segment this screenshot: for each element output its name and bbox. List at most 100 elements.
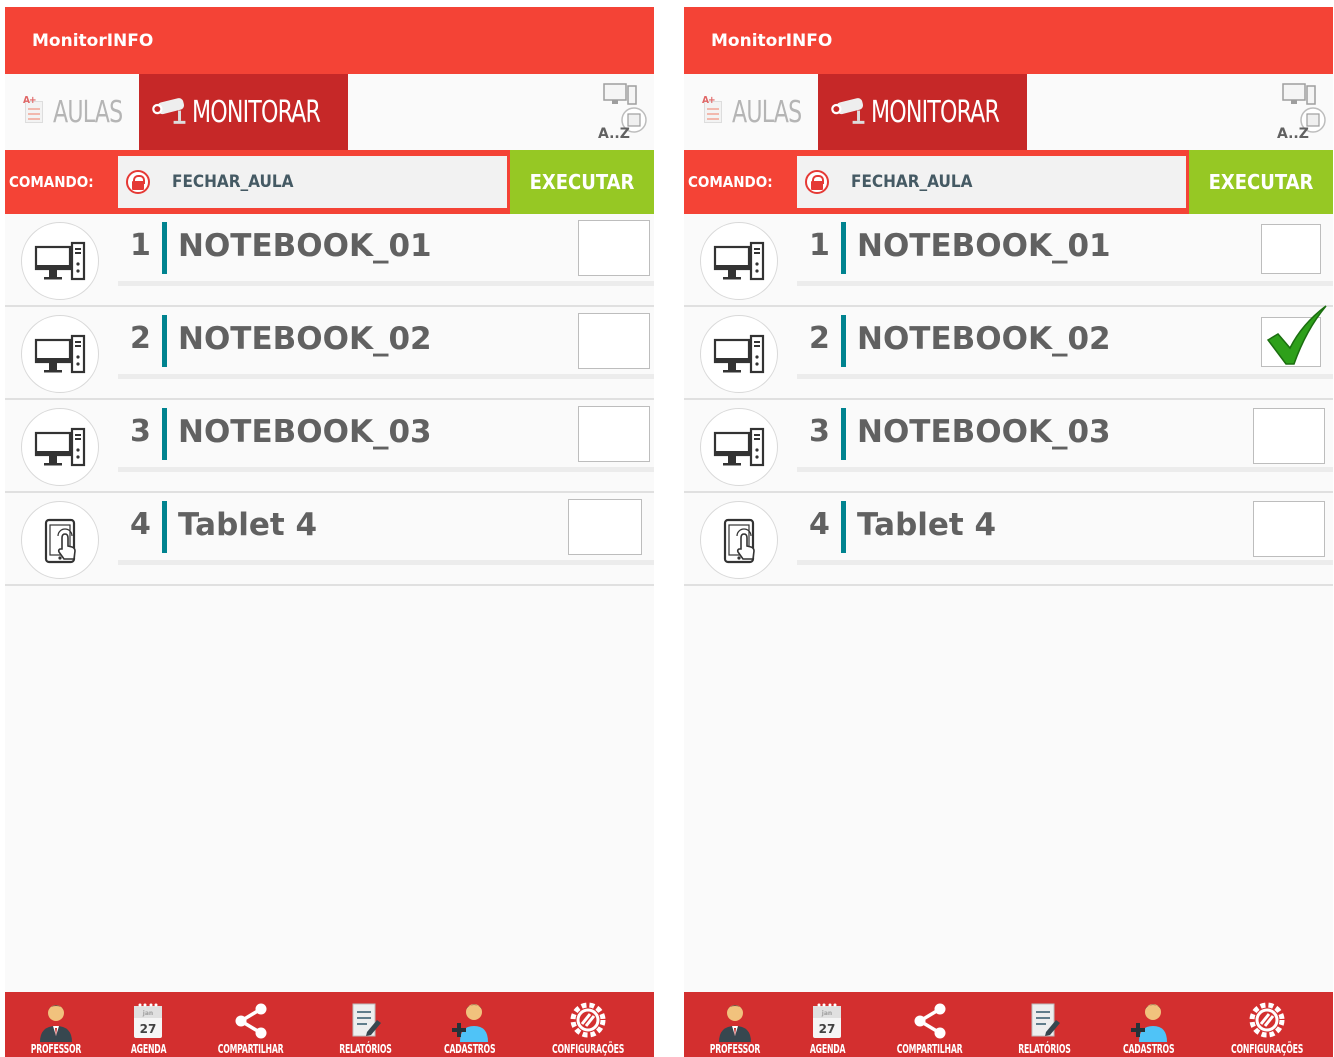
app-title: MonitorINFO [711, 30, 833, 51]
tab-aulas[interactable]: A+ AULAS [700, 74, 818, 150]
grade-sheet-icon: A+ [700, 95, 728, 129]
nav-compartilhar[interactable]: COMPARTILHAR [205, 1000, 296, 1057]
svg-text:jan: jan [821, 1010, 832, 1017]
settings-icon [1249, 1002, 1285, 1038]
calendar-icon: jan 27 [134, 1003, 163, 1038]
nav-agenda[interactable]: jan 27 AGENDA [124, 1000, 173, 1057]
execute-button[interactable]: EXECUTAR [1189, 150, 1333, 214]
stage: MonitorINFO A+ AULAS MONITORAR A..Z COMA… [0, 0, 1334, 1057]
tab-aulas-label: AULAS [732, 94, 802, 130]
report-icon [352, 1003, 382, 1037]
device-checkbox-checked[interactable] [1261, 305, 1327, 367]
nav-professor[interactable]: PROFESSOR [700, 1000, 770, 1057]
settings-icon [570, 1002, 606, 1038]
tablet-touch-icon [700, 501, 778, 579]
device-row[interactable]: 1 NOTEBOOK_01 [5, 214, 654, 307]
professor-icon [40, 1005, 73, 1042]
device-name: Tablet 4 [178, 507, 318, 543]
device-checkbox[interactable] [578, 406, 650, 462]
computer-icon [700, 315, 778, 393]
row-underline [118, 467, 654, 472]
device-name: NOTEBOOK_03 [857, 414, 1111, 450]
nav-configuracoes[interactable]: CONFIGURAÇÕES [1217, 1000, 1317, 1057]
computer-icon [21, 315, 99, 393]
app-title: MonitorINFO [32, 30, 154, 51]
nav-cadastros[interactable]: CADASTROS [434, 1000, 505, 1057]
nav-agenda[interactable]: jan 27 AGENDA [803, 1000, 852, 1057]
row-underline [797, 281, 1333, 286]
tablet-touch-icon [21, 501, 99, 579]
row-underline [797, 374, 1333, 379]
device-checkbox[interactable] [1253, 408, 1325, 464]
command-selector[interactable]: FECHAR_AULA [797, 153, 1189, 211]
professor-icon [719, 1005, 752, 1042]
device-row[interactable]: 4 Tablet 4 [684, 493, 1333, 586]
device-number: 2 [130, 321, 151, 356]
svg-text:jan: jan [142, 1010, 153, 1017]
device-name: NOTEBOOK_03 [178, 414, 432, 450]
tab-monitorar-label: MONITORAR [870, 94, 1000, 130]
device-checkbox[interactable] [578, 313, 650, 369]
device-number: 3 [809, 414, 830, 449]
device-divider [841, 408, 846, 460]
device-checkbox[interactable] [1253, 501, 1325, 557]
share-icon [914, 1003, 946, 1039]
share-icon [235, 1003, 267, 1039]
nav-configuracoes[interactable]: CONFIGURAÇÕES [538, 1000, 638, 1057]
device-divider [162, 222, 167, 274]
device-row[interactable]: 2 NOTEBOOK_02 [684, 305, 1333, 400]
device-list: 1 NOTEBOOK_01 2 NOTEBOOK_02 3 NOTEBOOK_0… [684, 214, 1333, 586]
command-bar: COMANDO: FECHAR_AULA EXECUTAR [5, 150, 654, 214]
device-number: 4 [130, 507, 151, 542]
command-bar: COMANDO: FECHAR_AULA EXECUTAR [684, 150, 1333, 214]
device-name: NOTEBOOK_02 [857, 321, 1111, 357]
nav-professor[interactable]: PROFESSOR [21, 1000, 91, 1057]
tab-aulas[interactable]: A+ AULAS [21, 74, 139, 150]
row-underline [118, 374, 654, 379]
device-name: NOTEBOOK_01 [857, 228, 1111, 264]
row-underline [118, 281, 654, 286]
nav-compartilhar[interactable]: COMPARTILHAR [884, 1000, 975, 1057]
device-divider [841, 315, 846, 367]
calendar-icon: jan 27 [813, 1003, 842, 1038]
device-divider [162, 315, 167, 367]
device-divider [162, 408, 167, 460]
device-number: 2 [809, 321, 830, 356]
screen-after: MonitorINFO A+ AULAS MONITORAR A..Z COMA… [684, 7, 1333, 1057]
row-underline [797, 467, 1333, 472]
nav-relatorios[interactable]: RELATÓRIOS [329, 1000, 402, 1057]
lock-icon [126, 170, 150, 194]
tab-bar: A+ AULAS MONITORAR A..Z [5, 74, 654, 150]
lock-icon [805, 170, 829, 194]
add-user-icon [451, 1004, 488, 1042]
tab-monitorar[interactable]: MONITORAR [139, 74, 348, 150]
bottom-nav: PROFESSOR jan 27 AGENDA COMPARTILHAR RELA… [5, 992, 654, 1057]
device-row[interactable]: 4 Tablet 4 [5, 493, 654, 586]
device-number: 1 [130, 228, 151, 263]
tab-bar: A+ AULAS MONITORAR A..Z [684, 74, 1333, 150]
tab-aulas-label: AULAS [53, 94, 123, 130]
sort-devices-icon[interactable]: A..Z [590, 80, 648, 144]
device-checkbox[interactable] [1261, 224, 1321, 274]
device-row[interactable]: 1 NOTEBOOK_01 [684, 214, 1333, 307]
execute-button[interactable]: EXECUTAR [510, 150, 654, 214]
device-row[interactable]: 3 NOTEBOOK_03 [5, 400, 654, 493]
device-row[interactable]: 3 NOTEBOOK_03 [684, 400, 1333, 493]
device-checkbox[interactable] [578, 220, 650, 276]
command-value: FECHAR_AULA [851, 172, 973, 192]
screen-before: MonitorINFO A+ AULAS MONITORAR A..Z COMA… [5, 7, 654, 1057]
grade-sheet-icon: A+ [21, 95, 49, 129]
sort-devices-icon[interactable]: A..Z [1269, 80, 1327, 144]
device-divider [162, 501, 167, 553]
nav-relatorios[interactable]: RELATÓRIOS [1008, 1000, 1081, 1057]
nav-cadastros[interactable]: CADASTROS [1113, 1000, 1184, 1057]
computer-icon [700, 222, 778, 300]
tab-monitorar[interactable]: MONITORAR [818, 74, 1027, 150]
sort-label: A..Z [598, 126, 630, 142]
device-row[interactable]: 2 NOTEBOOK_02 [5, 307, 654, 400]
device-list: 1 NOTEBOOK_01 2 NOTEBOOK_02 3 NOTEBOOK_0… [5, 214, 654, 586]
security-camera-icon [831, 98, 865, 124]
command-selector[interactable]: FECHAR_AULA [118, 153, 510, 211]
device-checkbox[interactable] [568, 499, 642, 555]
command-label: COMANDO: [9, 173, 94, 191]
